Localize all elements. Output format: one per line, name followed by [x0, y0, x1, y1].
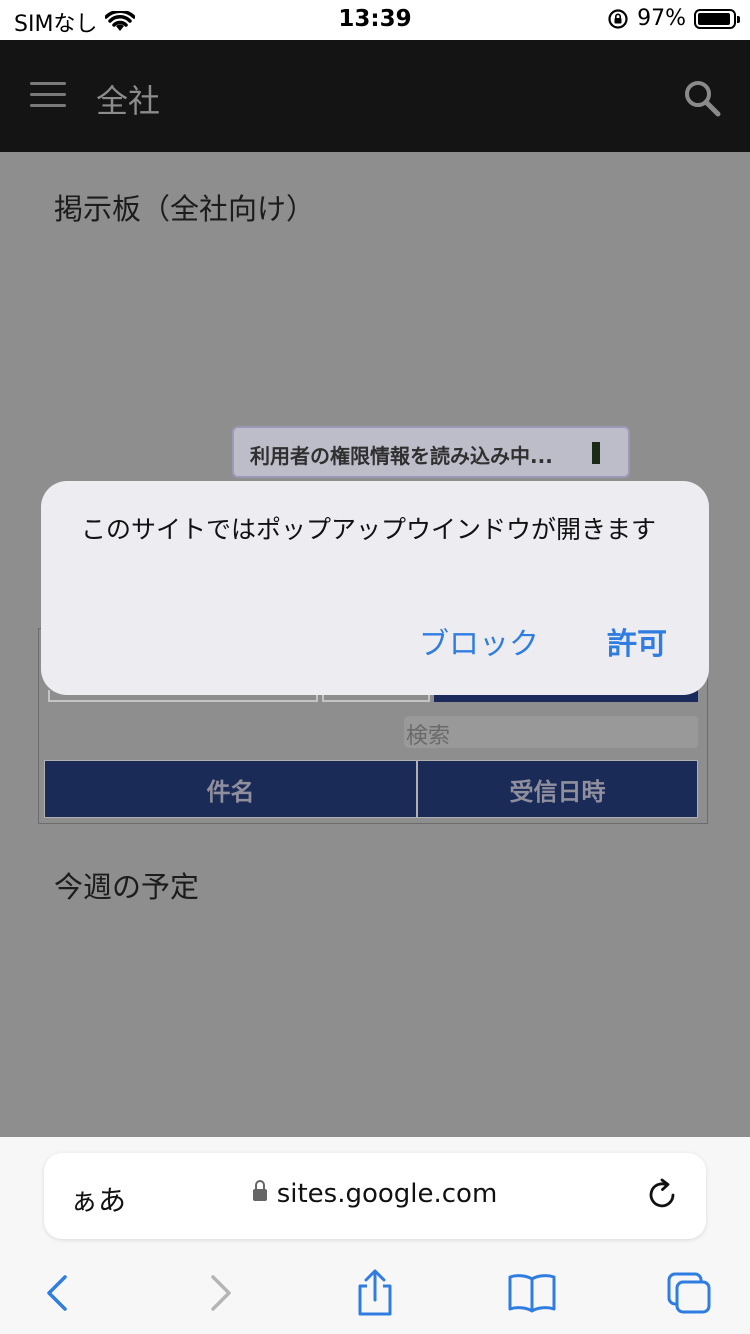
url-text: sites.google.com [276, 1179, 498, 1209]
address-bar[interactable]: ぁあ sites.google.com [44, 1153, 706, 1239]
bookmarks-icon [508, 1274, 556, 1313]
battery-percent: 97% [637, 6, 686, 31]
block-button[interactable]: ブロック [419, 619, 539, 663]
browser-toolbar [0, 1263, 750, 1323]
column-header-subject[interactable]: 件名 [44, 760, 417, 818]
share-icon [358, 1269, 392, 1316]
page-title: 全社 [96, 82, 161, 120]
browser-bar: ぁあ sites.google.com [0, 1137, 750, 1334]
tabs-button[interactable] [660, 1263, 720, 1323]
battery-icon [694, 8, 740, 29]
search-input[interactable]: 検索 [404, 716, 698, 749]
forward-icon [211, 1275, 231, 1311]
back-button[interactable] [28, 1263, 88, 1323]
schedule-title: 今週の予定 [54, 870, 200, 904]
dialog-message: このサイトではポップアップウインドウが開きます [81, 515, 657, 544]
table-header: 件名 受信日時 [44, 760, 698, 818]
url-display[interactable]: sites.google.com [44, 1179, 706, 1209]
popup-alert-dialog: このサイトではポップアップウインドウが開きます ブロック 許可 [41, 481, 709, 695]
lock-icon [252, 1180, 267, 1201]
bookmarks-button[interactable] [502, 1263, 562, 1323]
reload-icon[interactable] [644, 1177, 680, 1213]
status-right: 97% [607, 6, 740, 31]
forward-button[interactable] [190, 1263, 250, 1323]
app-header: 全社 [0, 40, 750, 152]
column-header-received[interactable]: 受信日時 [417, 760, 698, 818]
orientation-lock-icon [608, 8, 628, 29]
hamburger-menu-icon[interactable] [30, 82, 66, 108]
board-title: 掲示板（全社向け） [54, 192, 316, 226]
tabs-icon [667, 1272, 711, 1314]
loading-text: 利用者の権限情報を読み込み中... [250, 444, 553, 468]
loading-banner: 利用者の権限情報を読み込み中... [232, 426, 630, 478]
search-icon[interactable] [682, 78, 722, 118]
status-bar: SIMなし 13:39 97% [0, 0, 750, 40]
allow-button[interactable]: 許可 [607, 619, 667, 663]
share-button[interactable] [345, 1263, 405, 1323]
loading-indicator [592, 442, 600, 464]
back-icon [47, 1275, 67, 1311]
